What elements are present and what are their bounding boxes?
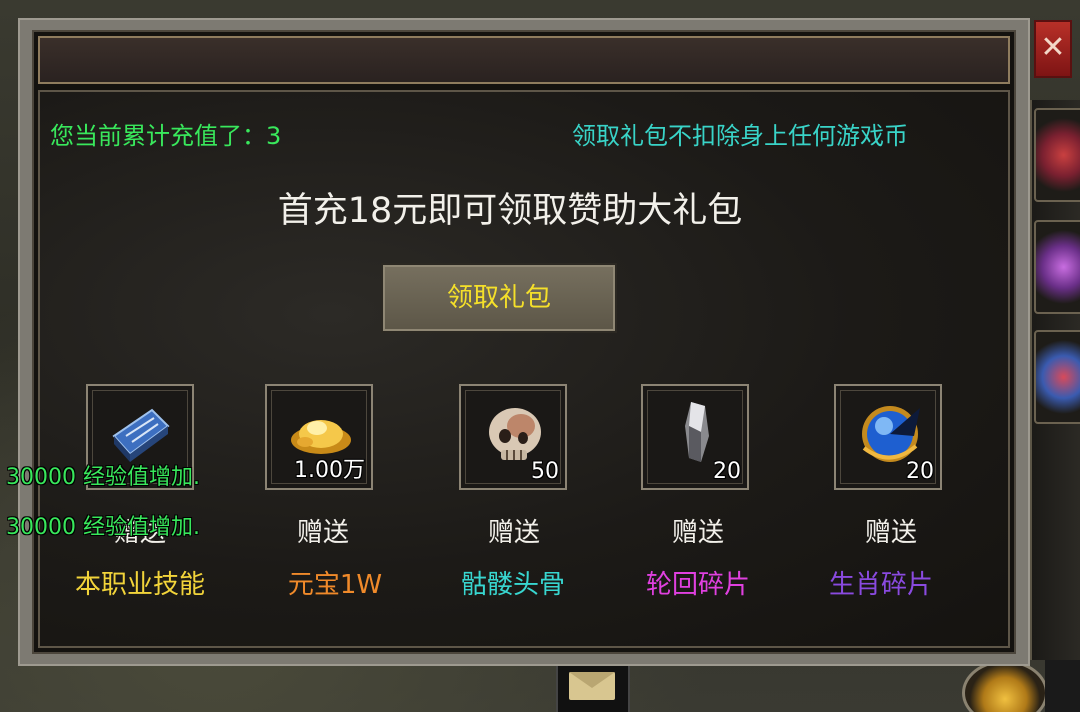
reward-name-zodiac-orb: 生肖碎片 (828, 570, 933, 600)
reward-quantity: 1.00万 (294, 458, 365, 483)
reward-gift-label: 赠送 (671, 518, 724, 548)
game-scene: ✕ 您当前累计充值了：3 领取礼包不扣除身上任何游戏币 首充18元即可领取赞助大… (0, 0, 1080, 712)
gold-coins-icon[interactable] (962, 660, 1048, 712)
recharge-amount: 3 (266, 122, 282, 150)
reward-gift-label: 赠送 (864, 518, 917, 548)
reward-gift-label: 赠送 (487, 518, 540, 548)
reward-slot-zodiac-orb[interactable]: 20 (834, 384, 942, 490)
reward-quantity: 20 (713, 459, 741, 484)
claim-gift-button[interactable]: 领取礼包 (381, 263, 617, 333)
reward-name-skill-book: 本职业技能 (74, 570, 205, 600)
reward-name-gold-ingot: 元宝1W (287, 570, 383, 600)
recharge-label: 您当前累计充值了： (50, 122, 266, 150)
reward-name-crystal-shard: 轮回碎片 (645, 570, 750, 600)
reward-slot-gold-ingot[interactable]: 1.00万 (265, 384, 373, 490)
side-slot-bracelet-icon[interactable] (1034, 330, 1080, 424)
system-message-xp: 30000 经验值增加. (6, 515, 200, 540)
hud-corner (1045, 660, 1080, 712)
page-title: 首充18元即可领取赞助大礼包 (277, 191, 743, 231)
close-button[interactable]: ✕ (1034, 20, 1072, 78)
reward-quantity: 50 (531, 459, 559, 484)
no-cost-notice: 领取礼包不扣除身上任何游戏币 (572, 122, 908, 150)
envelope-icon (569, 672, 615, 700)
side-slot-treasure-icon[interactable] (1034, 108, 1080, 202)
mail-button[interactable] (556, 660, 630, 712)
reward-quantity: 20 (906, 459, 934, 484)
system-message-xp: 30000 经验值增加. (6, 465, 200, 490)
reward-gift-label: 赠送 (296, 518, 349, 548)
reward-name-skull: 骷髅头骨 (460, 570, 565, 600)
panel-title-bar (38, 36, 1010, 84)
reward-slot-crystal-shard[interactable]: 20 (641, 384, 749, 490)
recharge-total: 您当前累计充值了：3 (50, 116, 281, 151)
side-slot-purple-item-icon[interactable] (1034, 220, 1080, 314)
reward-slot-skull[interactable]: 50 (459, 384, 567, 490)
